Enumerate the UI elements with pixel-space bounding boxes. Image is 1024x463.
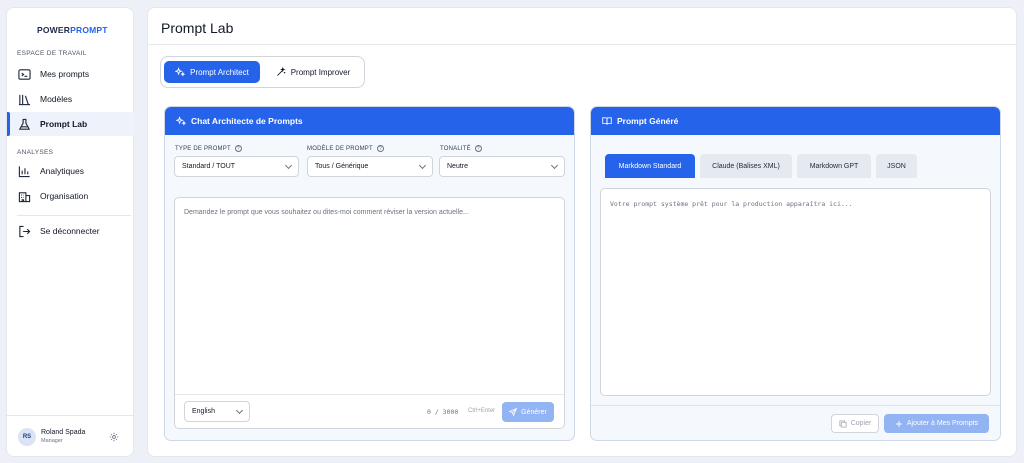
gear-icon[interactable] [109, 432, 119, 442]
chevron-down-icon [284, 161, 293, 169]
tab-markdown-standard[interactable]: Markdown Standard [605, 154, 695, 178]
chevron-down-icon [550, 161, 559, 169]
sidebar-item-prompt-lab[interactable]: Prompt Lab [7, 112, 134, 136]
chevron-down-icon [418, 161, 427, 169]
character-counter: 0 / 3000 [427, 408, 459, 416]
sidebar-item-modeles[interactable]: Modèles [7, 87, 134, 111]
help-icon[interactable]: ? [376, 145, 384, 152]
tone-select[interactable]: Neutre [439, 156, 565, 177]
mode-prompt-improver-button[interactable]: Prompt Improver [264, 61, 362, 83]
prompt-type-select[interactable]: Standard / TOUT [174, 156, 299, 177]
prompt-model-select[interactable]: Tous / Générique [307, 156, 433, 177]
page-header: Prompt Lab [148, 8, 1016, 45]
send-icon [509, 408, 518, 416]
plus-icon [895, 420, 903, 428]
sidebar-item-analytiques[interactable]: Analytiques [7, 159, 134, 183]
generate-button[interactable]: Générer [502, 402, 554, 422]
prompt-type-label: TYPE DE PROMPT? [175, 145, 242, 152]
app-logo[interactable]: POWERPROMPT [37, 25, 108, 35]
generated-panel-header: Prompt Généré [591, 107, 1000, 135]
user-info: Roland Spada Manager [41, 429, 107, 444]
help-icon[interactable]: ? [234, 145, 242, 152]
avatar: RS [18, 427, 36, 446]
tone-label: TONALITÉ? [440, 145, 482, 152]
generated-panel-title: Prompt Généré [617, 116, 679, 126]
page-title: Prompt Lab [161, 20, 234, 36]
output-footer-divider [591, 405, 1000, 406]
section-label-workspace: ESPACE DE TRAVAIL [17, 50, 87, 57]
book-icon [602, 116, 612, 126]
bar-chart-icon [17, 164, 31, 178]
building-icon [17, 189, 31, 203]
magic-wand-icon [276, 67, 286, 77]
sidebar-item-logout[interactable]: Se déconnecter [7, 219, 134, 243]
user-card[interactable]: RS Roland Spada Manager [7, 415, 134, 457]
generated-output[interactable]: Votre prompt système prêt pour la produc… [600, 188, 991, 396]
prompt-model-label: MODÈLE DE PROMPT? [307, 145, 384, 152]
sidebar: POWERPROMPT ESPACE DE TRAVAIL Mes prompt… [6, 7, 134, 457]
tab-claude-xml[interactable]: Claude (Balises XML) [700, 154, 792, 178]
copy-button[interactable]: Copier [831, 414, 879, 433]
sidebar-item-mes-prompts[interactable]: Mes prompts [7, 62, 134, 86]
sparkles-icon [175, 67, 186, 77]
generated-output-placeholder: Votre prompt système prêt pour la produc… [610, 200, 853, 208]
architect-panel-title: Chat Architecte de Prompts [191, 116, 303, 126]
user-role: Manager [41, 438, 63, 444]
architect-panel-header: Chat Architecte de Prompts [165, 107, 574, 135]
sparkles-icon [176, 116, 186, 126]
chevron-down-icon [235, 406, 244, 414]
flask-icon [17, 117, 31, 131]
language-select[interactable]: English [184, 401, 250, 422]
sidebar-item-organisation[interactable]: Organisation [7, 184, 134, 208]
shortcut-hint: Ctrl+Enter [468, 408, 496, 414]
library-icon [17, 92, 31, 106]
prompt-request-placeholder: Demandez le prompt que vous souhaitez ou… [184, 209, 469, 216]
help-icon[interactable]: ? [474, 145, 482, 152]
sidebar-divider [17, 215, 131, 216]
logout-icon [17, 224, 31, 238]
add-to-my-prompts-button[interactable]: Ajouter à Mes Prompts [884, 414, 989, 433]
tab-markdown-gpt[interactable]: Markdown GPT [797, 154, 871, 178]
user-name: Roland Spada [41, 429, 86, 436]
terminal-icon [17, 67, 31, 81]
section-label-analytics: ANALYSES [17, 149, 54, 156]
tab-json[interactable]: JSON [876, 154, 917, 178]
copy-icon [839, 419, 847, 428]
mode-switch: Prompt Architect Prompt Improver [160, 56, 365, 88]
input-footer-divider [175, 394, 564, 395]
mode-prompt-architect-button[interactable]: Prompt Architect [164, 61, 260, 83]
